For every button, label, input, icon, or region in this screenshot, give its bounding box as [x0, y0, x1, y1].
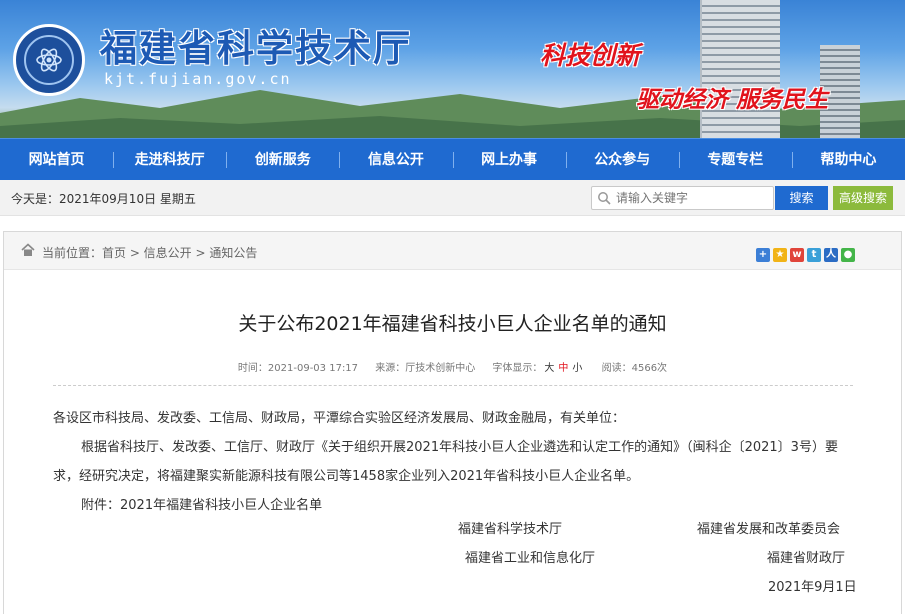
renren-share-icon[interactable]: 人	[824, 248, 838, 262]
site-title[interactable]: 福建省科学技术厅	[100, 18, 412, 72]
qzone-share-icon[interactable]: ★	[773, 248, 787, 262]
salutation: 各设区市科技局、发改委、工信局、财政局，平潭综合实验区经济发展局、财政金融局，有…	[53, 411, 626, 426]
search-input[interactable]	[616, 189, 770, 207]
search-button[interactable]: 搜索	[775, 186, 828, 210]
signature-finance: 福建省财政厅	[767, 551, 846, 566]
publish-time: 时间：2021-09-03 17:17	[237, 363, 359, 374]
share-toolbar: + ★ w t 人 ●	[756, 248, 855, 262]
title-divider	[53, 385, 853, 386]
search-icon	[598, 192, 611, 205]
article-title: 关于公布2021年福建省科技小巨人企业名单的通知	[238, 313, 667, 335]
signature-sci-tech: 福建省科学技术厅	[458, 522, 563, 537]
body-paragraph: 根据省科技厅、发改委、工信厅、财政厅《关于组织开展2021年科技小巨人企业遴选和…	[53, 440, 838, 484]
nav-item-online-services[interactable]: 网上办事	[452, 139, 566, 181]
signature-date: 2021年9月1日	[768, 580, 857, 595]
main-nav: 网站首页 走进科技厅 创新服务 信息公开 网上办事 公众参与 专题专栏 帮助中心	[0, 138, 905, 180]
font-size-label: 字体显示：	[492, 363, 543, 374]
slogan-line-1: 科技创新	[540, 41, 641, 70]
wechat-share-icon[interactable]: ●	[841, 248, 855, 262]
slogan-line-2: 驱动经济 服务民生	[636, 86, 829, 113]
nav-item-info-disclosure[interactable]: 信息公开	[339, 139, 452, 181]
search-box[interactable]	[591, 186, 774, 210]
advanced-search-button[interactable]: 高级搜索	[833, 186, 893, 210]
building-illustration	[700, 0, 780, 138]
tencent-weibo-share-icon[interactable]: t	[807, 248, 821, 262]
nav-item-topics[interactable]: 专题专栏	[678, 139, 792, 181]
font-large-button[interactable]: 大	[544, 363, 554, 374]
nav-item-innovation[interactable]: 创新服务	[226, 139, 339, 181]
nav-item-participation[interactable]: 公众参与	[565, 139, 679, 181]
nav-item-home[interactable]: 网站首页	[0, 139, 113, 181]
breadcrumb[interactable]: 当前位置：首页 > 信息公开 > 通知公告	[42, 244, 257, 261]
article-body: 各设区市科技局、发改委、工信局、财政局，平潭综合实验区经济发展局、财政金融局，有…	[53, 404, 853, 520]
current-date: 今天是：2021年09月10日 星期五	[11, 192, 196, 206]
nav-item-about[interactable]: 走进科技厅	[113, 139, 226, 181]
article-meta: 时间：2021-09-03 17:17 来源：厅技术创新中心 字体显示：大中小 …	[4, 359, 901, 374]
site-domain: kjt.fujian.gov.cn	[104, 70, 292, 88]
attachment-link[interactable]: 附件：2021年福建省科技小巨人企业名单	[53, 491, 853, 520]
view-count: 阅读：4566次	[601, 363, 668, 374]
font-small-button[interactable]: 小	[572, 363, 582, 374]
breadcrumb-bar: 当前位置：首页 > 信息公开 > 通知公告 + ★ w t 人 ●	[4, 232, 901, 270]
article-source: 来源：厅技术创新中心	[375, 363, 476, 374]
plus-share-icon[interactable]: +	[756, 248, 770, 262]
article-container: 当前位置：首页 > 信息公开 > 通知公告 + ★ w t 人 ● 关于公布20…	[3, 231, 902, 614]
nav-item-help[interactable]: 帮助中心	[791, 139, 905, 181]
site-banner: 福建省科学技术厅 kjt.fujian.gov.cn 科技创新 驱动经济 服务民…	[0, 0, 905, 138]
site-logo[interactable]	[13, 24, 85, 96]
font-medium-button[interactable]: 中	[558, 363, 568, 374]
signature-ndrc: 福建省发展和改革委员会	[697, 522, 841, 537]
font-size-control: 字体显示：大中小	[492, 363, 584, 374]
date-search-bar: 今天是：2021年09月10日 星期五 搜索 高级搜索	[0, 180, 905, 216]
home-icon	[21, 243, 35, 256]
atom-icon	[24, 35, 74, 85]
signature-industry: 福建省工业和信息化厅	[465, 551, 596, 566]
weibo-share-icon[interactable]: w	[790, 248, 804, 262]
